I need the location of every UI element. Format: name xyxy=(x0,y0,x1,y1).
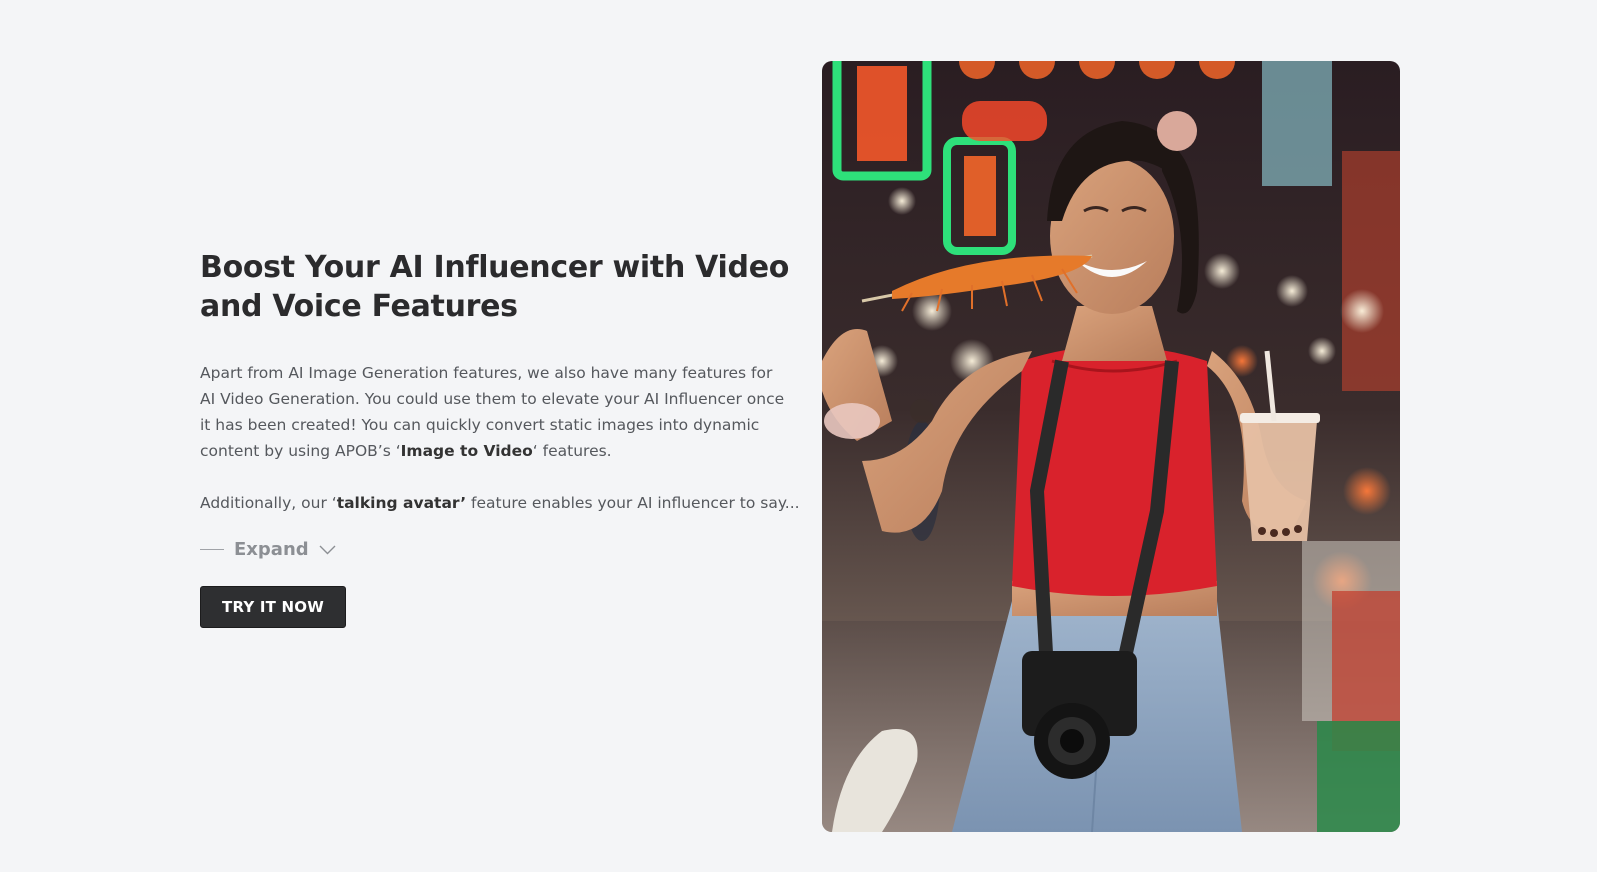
chevron-down-icon xyxy=(319,545,336,554)
expand-dash xyxy=(200,549,224,550)
heading-line-2: and Voice Features xyxy=(200,289,518,324)
feature-section: Boost Your AI Influencer with Video and … xyxy=(0,0,1597,872)
desc-text-2: ‘ features. xyxy=(532,442,612,460)
feature-text-column: Boost Your AI Influencer with Video and … xyxy=(200,248,800,628)
feature-description: Apart from AI Image Generation features,… xyxy=(200,360,790,464)
desc2-text-2: feature enables your AI influencer to sa… xyxy=(466,494,800,512)
expand-label: Expand xyxy=(234,539,309,560)
try-it-now-button[interactable]: TRY IT NOW xyxy=(200,586,346,628)
feature-photo xyxy=(822,61,1400,832)
desc2-text-1: Additionally, our ‘ xyxy=(200,494,337,512)
desc-bold-image-to-video: Image to Video xyxy=(400,442,533,460)
expand-toggle[interactable]: Expand xyxy=(200,539,340,560)
feature-description-truncated: Additionally, our ‘talking avatar’ featu… xyxy=(200,490,800,516)
photo-image-icon xyxy=(822,61,1400,832)
desc2-bold-talking-avatar: talking avatar’ xyxy=(336,494,467,512)
heading-line-1: Boost Your AI Influencer with Video xyxy=(200,250,790,285)
feature-heading: Boost Your AI Influencer with Video and … xyxy=(200,248,790,326)
